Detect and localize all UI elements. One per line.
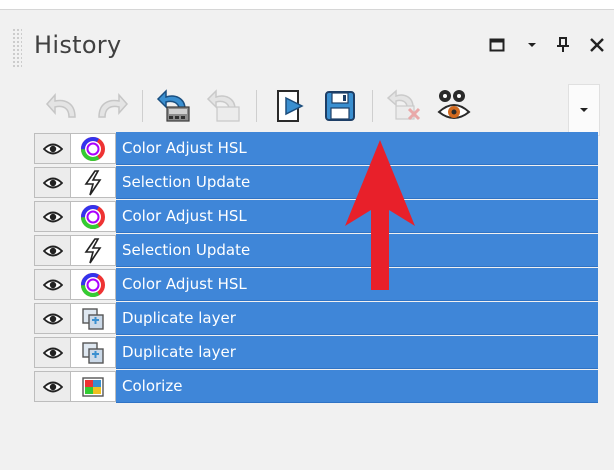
maximize-icon[interactable] [486,34,508,56]
eye-icon[interactable] [34,303,70,334]
history-item-label: Colorize [116,370,598,403]
toolbar-separator [142,90,143,122]
visibility-icon[interactable] [434,86,474,126]
toolbar-dropdown-button[interactable] [568,84,600,136]
color-wheel-icon [70,269,116,300]
history-item-label: Duplicate layer [116,336,598,369]
eye-icon[interactable] [34,235,70,266]
panel-grip[interactable] [12,28,22,68]
eye-icon[interactable] [34,269,70,300]
redo-icon[interactable] [92,86,132,126]
history-item[interactable]: Duplicate layer [34,302,598,335]
pin-icon[interactable] [552,34,574,56]
duplicate-layer-icon [70,303,116,334]
eye-icon[interactable] [34,167,70,198]
color-wheel-icon [70,133,116,164]
save-icon[interactable] [320,86,360,126]
close-icon[interactable] [586,34,608,56]
panel-menu-icon[interactable] [521,34,543,56]
history-toolbar [34,80,598,140]
eye-icon[interactable] [34,201,70,232]
revert-icon[interactable] [154,86,194,126]
toolbar-separator [372,90,373,122]
toolbar-separator [256,90,257,122]
history-list: Color Adjust HSL Selection Update Color … [34,132,598,404]
history-item[interactable]: Duplicate layer [34,336,598,369]
history-item[interactable]: Color Adjust HSL [34,268,598,301]
history-item[interactable]: Selection Update [34,234,598,267]
chevron-down-icon [580,108,588,112]
history-item[interactable]: Selection Update [34,166,598,199]
eye-icon[interactable] [34,133,70,164]
colorize-icon [70,371,116,402]
panel-title: History [34,31,122,59]
history-item-label: Duplicate layer [116,302,598,335]
lightning-icon [70,167,116,198]
eye-icon[interactable] [34,371,70,402]
color-wheel-icon [70,201,116,232]
top-border [0,0,614,10]
history-item[interactable]: Colorize [34,370,598,403]
clear-history-icon[interactable] [384,86,424,126]
play-icon[interactable] [270,86,310,126]
history-item[interactable]: Color Adjust HSL [34,132,598,165]
annotation-arrow-icon [345,140,415,290]
revert-disabled-icon[interactable] [204,86,244,126]
undo-icon[interactable] [42,86,82,126]
lightning-icon [70,235,116,266]
eye-icon[interactable] [34,337,70,368]
duplicate-layer-icon [70,337,116,368]
history-item[interactable]: Color Adjust HSL [34,200,598,233]
